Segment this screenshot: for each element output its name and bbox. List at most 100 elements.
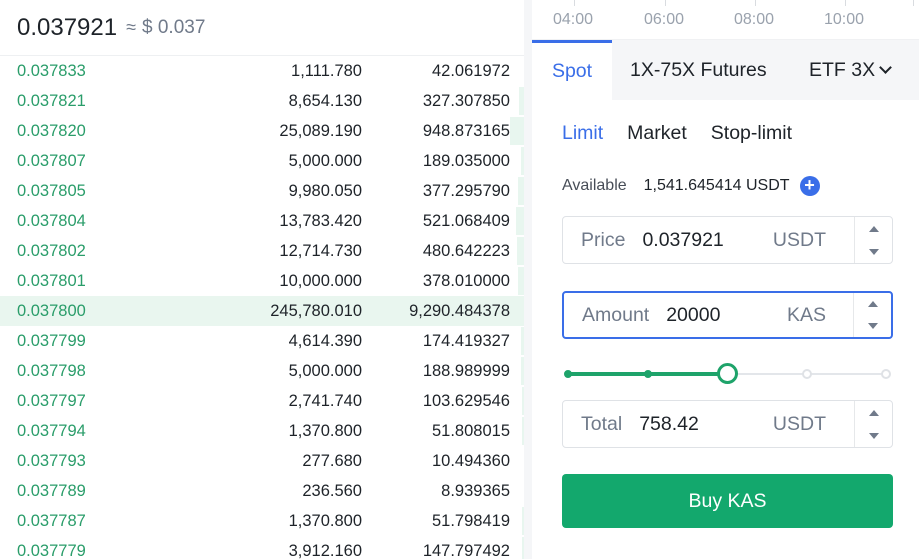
bid-amount: 277.680: [302, 451, 362, 470]
bid-price: 0.037802: [17, 241, 86, 260]
order-book-header: 0.037921 ≈ $ 0.037: [0, 0, 524, 56]
bid-row[interactable]: 0.037787 1,370.800 51.798419: [0, 506, 524, 536]
bid-row[interactable]: 0.037800 245,780.010 9,290.484378: [0, 296, 524, 326]
time-tick: 08:00: [734, 11, 775, 28]
slider-mark[interactable]: [564, 370, 572, 378]
bid-row[interactable]: 0.037833 1,111.780 42.061972: [0, 56, 524, 86]
bid-total: 51.798419: [432, 511, 510, 530]
order-type-limit[interactable]: Limit: [562, 122, 603, 145]
bid-price: 0.037798: [17, 361, 86, 380]
total-field[interactable]: Total 758.42 USDT: [562, 400, 893, 448]
order-type-stop-limit[interactable]: Stop-limit: [711, 122, 792, 145]
amount-stepper: [853, 293, 891, 337]
bid-price: 0.037793: [17, 451, 86, 470]
price-label: Price: [581, 228, 626, 251]
bid-row[interactable]: 0.037807 5,000.000 189.035000: [0, 146, 524, 176]
slider-mark[interactable]: [643, 370, 652, 378]
bid-amount: 9,980.050: [288, 181, 362, 200]
market-tabs: Spot 1X-75X Futures ETF 3X: [532, 40, 919, 100]
bid-amount: 13,783.420: [279, 211, 362, 230]
bid-row[interactable]: 0.037805 9,980.050 377.295790: [0, 176, 524, 206]
time-tick-mark: [665, 0, 666, 6]
total-increment-button[interactable]: [855, 401, 892, 424]
order-type-market[interactable]: Market: [627, 122, 687, 145]
total-label: Total: [581, 412, 623, 435]
amount-field[interactable]: Amount 20000 KAS: [562, 291, 893, 339]
available-balance: Available 1,541.645414 USDT +: [562, 176, 820, 196]
bid-amount: 5,000.000: [288, 151, 362, 170]
caret-up-icon: [868, 225, 879, 232]
trade-panel: 04:00 06:00 08:00 10:00 Spot 1X-75X Futu…: [532, 0, 919, 559]
buy-button[interactable]: Buy KAS: [562, 474, 893, 528]
bid-row[interactable]: 0.037794 1,370.800 51.808015: [0, 416, 524, 446]
chevron-down-icon: [879, 60, 892, 74]
amount-increment-button[interactable]: [854, 293, 891, 315]
caret-down-icon: [868, 432, 879, 439]
plus-circle-icon[interactable]: +: [799, 176, 820, 196]
slider-mark[interactable]: [801, 369, 812, 379]
total-stepper: [854, 401, 892, 447]
bid-total: 8.939365: [441, 481, 510, 500]
tab-spot[interactable]: Spot: [532, 40, 612, 100]
depth-bar: [517, 237, 524, 265]
bid-row[interactable]: 0.037798 5,000.000 188.989999: [0, 356, 524, 386]
bid-total: 521.068409: [422, 211, 510, 230]
bid-price: 0.037807: [17, 151, 86, 170]
bid-row[interactable]: 0.037801 10,000.000 378.010000: [0, 266, 524, 296]
bid-price: 0.037797: [17, 391, 86, 410]
price-unit: USDT: [772, 228, 826, 251]
bid-amount: 1,370.800: [288, 511, 362, 530]
bid-total: 480.642223: [422, 241, 510, 260]
bid-price: 0.037804: [17, 211, 86, 230]
bid-price: 0.037794: [17, 421, 86, 440]
total-value[interactable]: 758.42: [639, 413, 699, 436]
bid-price: 0.037833: [17, 61, 86, 80]
bid-price: 0.037801: [17, 271, 86, 290]
bid-total: 51.808015: [432, 421, 510, 440]
tab-futures[interactable]: 1X-75X Futures: [612, 40, 787, 100]
bid-row[interactable]: 0.037821 8,654.130 327.307850: [0, 86, 524, 116]
bid-row[interactable]: 0.037797 2,741.740 103.629546: [0, 386, 524, 416]
price-decrement-button[interactable]: [855, 240, 892, 263]
order-type-tabs: Limit Market Stop-limit: [562, 122, 816, 145]
price-increment-button[interactable]: [855, 217, 892, 240]
price-value[interactable]: 0.037921: [642, 229, 723, 252]
bid-total: 147.797492: [422, 541, 510, 559]
bid-row[interactable]: 0.037789 236.560 8.939365: [0, 476, 524, 506]
bid-total: 103.629546: [422, 391, 510, 410]
bid-price: 0.037805: [17, 181, 86, 200]
bid-total: 189.035000: [422, 151, 510, 170]
bid-amount: 236.560: [302, 481, 362, 500]
bid-amount: 4,614.390: [288, 331, 362, 350]
chart-time-axis: 04:00 06:00 08:00 10:00: [532, 0, 919, 40]
slider-handle[interactable]: [716, 363, 738, 384]
bid-row[interactable]: 0.037779 3,912.160 147.797492: [0, 536, 524, 559]
order-book: 0.037921 ≈ $ 0.037 0.037833 1,111.780 42.0…: [0, 0, 524, 559]
bid-total: 42.061972: [432, 61, 510, 80]
bid-amount: 25,089.190: [279, 121, 362, 140]
bid-total: 948.873165: [422, 121, 510, 140]
caret-up-icon: [867, 301, 878, 307]
bid-row[interactable]: 0.037799 4,614.390 174.419327: [0, 326, 524, 356]
bid-row[interactable]: 0.037793 277.680 10.494360: [0, 446, 524, 476]
bid-row[interactable]: 0.037804 13,783.420 521.068409: [0, 206, 524, 236]
bid-price: 0.037787: [17, 511, 86, 530]
amount-slider[interactable]: [564, 360, 891, 388]
tab-etf[interactable]: ETF 3X: [787, 40, 892, 100]
bid-total: 327.307850: [422, 91, 510, 110]
usd-value: $ 0.037: [142, 16, 206, 38]
bid-amount: 12,714.730: [279, 241, 362, 260]
amount-decrement-button[interactable]: [854, 315, 891, 337]
depth-bar: [516, 207, 524, 235]
bid-row[interactable]: 0.037820 25,089.190 948.873165: [0, 116, 524, 146]
bid-row[interactable]: 0.037802 12,714.730 480.642223: [0, 236, 524, 266]
total-decrement-button[interactable]: [855, 424, 892, 447]
amount-value[interactable]: 20000: [666, 304, 720, 327]
bid-total: 174.419327: [422, 331, 510, 350]
price-field[interactable]: Price 0.037921 USDT: [562, 216, 893, 264]
total-unit: USDT: [772, 412, 826, 435]
bid-amount: 5,000.000: [288, 361, 362, 380]
bid-total: 9,290.484378: [409, 301, 510, 320]
slider-mark[interactable]: [881, 369, 891, 379]
amount-unit: KAS: [786, 303, 826, 326]
